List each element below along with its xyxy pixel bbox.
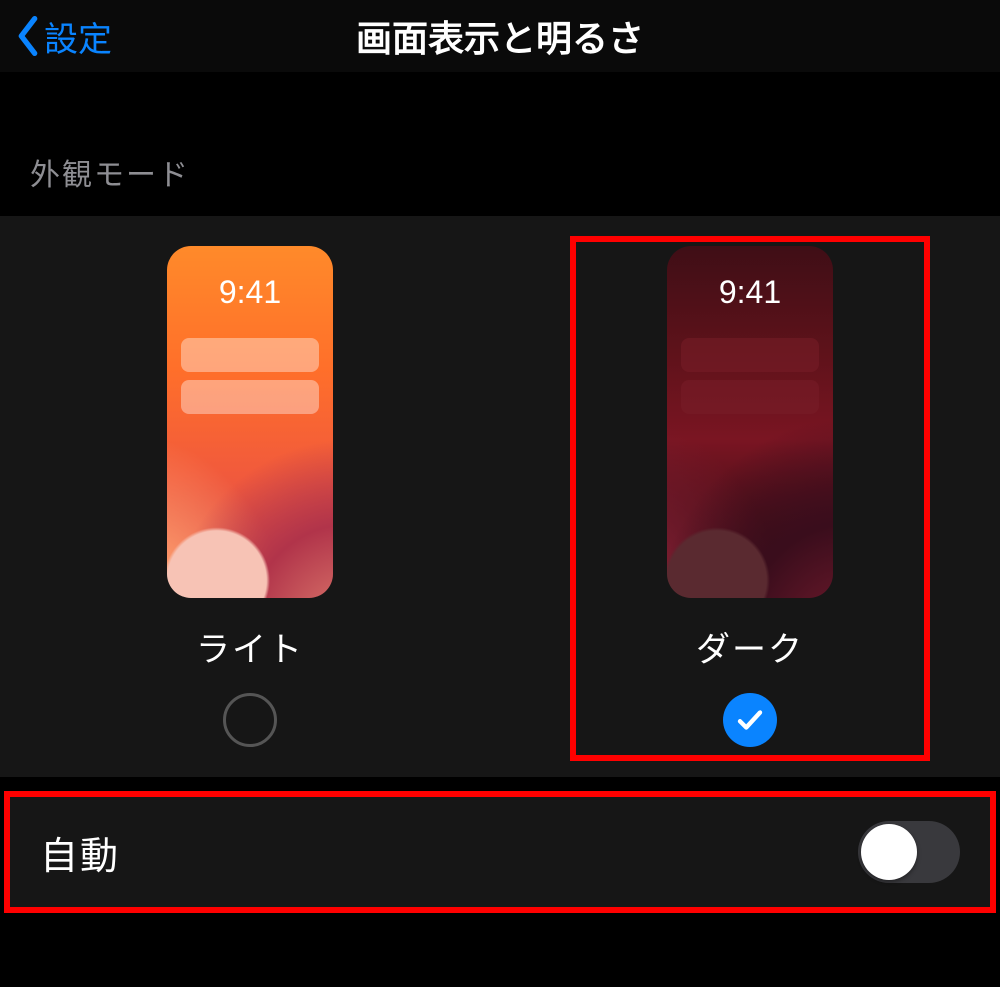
back-button[interactable]: 設定 xyxy=(0,12,112,61)
preview-widget xyxy=(181,380,319,414)
automatic-row[interactable]: 自動 xyxy=(10,797,990,907)
spacer xyxy=(0,72,1000,132)
check-icon xyxy=(735,705,765,735)
toggle-knob xyxy=(861,824,917,880)
highlight-automatic: 自動 xyxy=(4,791,996,913)
navigation-bar: 設定 画面表示と明るさ xyxy=(0,0,1000,72)
appearance-picker: 9:41 ライト 9:41 ダーク xyxy=(0,216,1000,777)
automatic-label: 自動 xyxy=(40,825,120,880)
chevron-left-icon xyxy=(14,16,42,56)
radio-checked[interactable] xyxy=(723,693,777,747)
appearance-option-label: ダーク xyxy=(696,622,804,671)
preview-widget xyxy=(681,338,819,372)
back-label: 設定 xyxy=(44,12,112,61)
preview-time: 9:41 xyxy=(167,274,333,311)
appearance-option-light[interactable]: 9:41 ライト xyxy=(0,246,500,747)
section-header-appearance: 外観モード xyxy=(0,132,1000,216)
preview-phone-light: 9:41 xyxy=(167,246,333,598)
automatic-toggle[interactable] xyxy=(858,821,960,883)
appearance-option-label: ライト xyxy=(196,622,304,671)
appearance-option-dark[interactable]: 9:41 ダーク xyxy=(500,246,1000,747)
preview-widget xyxy=(681,380,819,414)
preview-widget xyxy=(181,338,319,372)
radio-unchecked[interactable] xyxy=(223,693,277,747)
preview-time: 9:41 xyxy=(667,274,833,311)
page-title: 画面表示と明るさ xyxy=(0,10,1000,62)
preview-phone-dark: 9:41 xyxy=(667,246,833,598)
